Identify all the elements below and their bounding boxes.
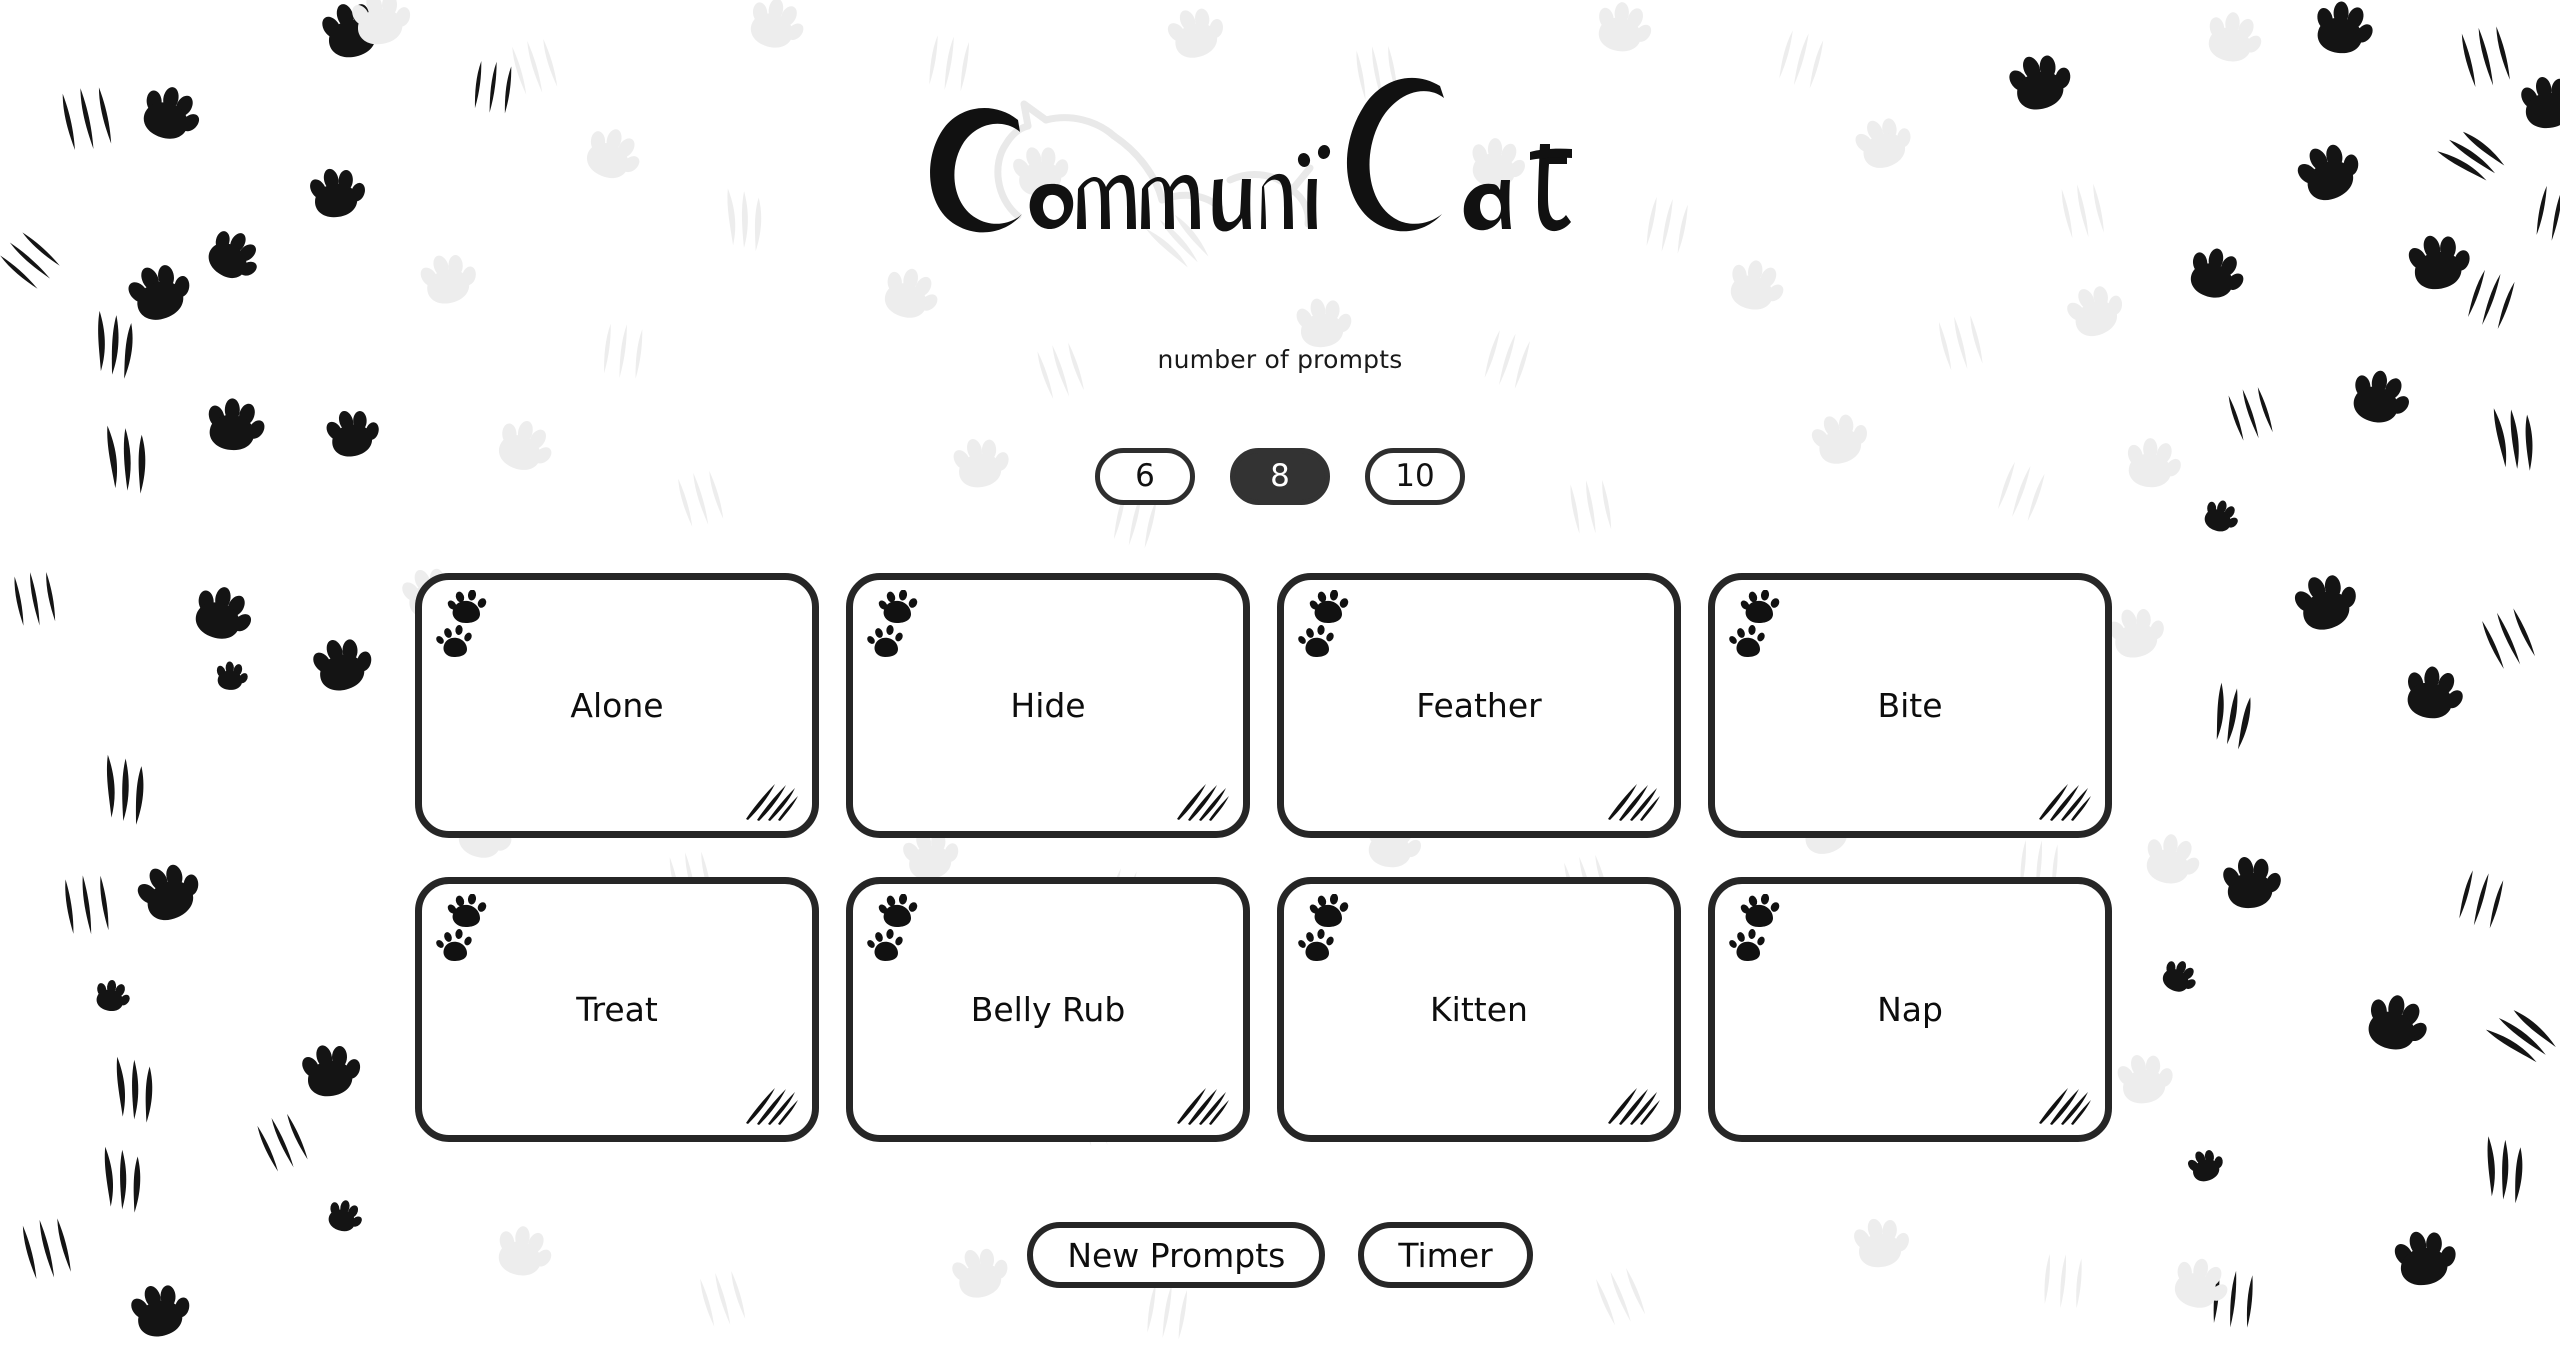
prompt-card-label: Feather xyxy=(1416,685,1542,725)
claw-scratch-icon xyxy=(1608,1088,1660,1125)
paw-prints-icon xyxy=(1298,894,1349,961)
prompt-card[interactable]: Nap xyxy=(1708,877,2112,1142)
prompt-count-selector: 6 8 10 xyxy=(0,448,2560,505)
prompt-card[interactable]: Alone xyxy=(415,573,819,838)
prompt-card-label: Alone xyxy=(570,685,664,725)
timer-button[interactable]: Timer xyxy=(1358,1222,1533,1288)
prompt-card-label: Nap xyxy=(1877,989,1943,1029)
prompt-card-label: Treat xyxy=(576,989,658,1029)
paw-prints-icon xyxy=(436,590,487,657)
prompt-card-label: Belly Rub xyxy=(970,989,1126,1029)
prompt-card[interactable]: Treat xyxy=(415,877,819,1142)
count-option-6[interactable]: 6 xyxy=(1095,448,1195,505)
action-buttons: New Prompts Timer xyxy=(0,1222,2560,1288)
paw-prints-icon xyxy=(1729,590,1780,657)
claw-scratch-icon xyxy=(1177,1088,1229,1125)
prompt-card[interactable]: Kitten xyxy=(1277,877,1681,1142)
app-title xyxy=(0,48,2560,238)
prompt-cards-grid: Alone Hide Feather Bite Treat Belly Rub … xyxy=(415,573,2113,1142)
claw-scratch-icon xyxy=(2039,784,2091,821)
count-option-10[interactable]: 10 xyxy=(1365,448,1465,505)
claw-scratch-icon xyxy=(1177,784,1229,821)
claw-scratch-icon xyxy=(746,784,798,821)
paw-prints-icon xyxy=(1729,894,1780,961)
prompt-card[interactable]: Hide xyxy=(846,573,1250,838)
count-option-8[interactable]: 8 xyxy=(1230,448,1330,505)
paw-prints-icon xyxy=(867,590,918,657)
claw-scratch-icon xyxy=(1608,784,1660,821)
new-prompts-button[interactable]: New Prompts xyxy=(1027,1222,1326,1288)
paw-prints-icon xyxy=(867,894,918,961)
paw-prints-icon xyxy=(1298,590,1349,657)
paw-prints-icon xyxy=(436,894,487,961)
claw-scratch-icon xyxy=(2039,1088,2091,1125)
logo-wordmark xyxy=(930,77,1572,233)
prompt-card[interactable]: Bite xyxy=(1708,573,2112,838)
claw-scratch-icon xyxy=(746,1088,798,1125)
prompt-card-label: Kitten xyxy=(1430,989,1528,1029)
app-root: number of prompts 6 8 10 Alone Hide Feat… xyxy=(0,0,2560,1348)
communicat-logo xyxy=(930,77,1572,233)
prompt-card-label: Hide xyxy=(1010,685,1086,725)
prompt-count-label: number of prompts xyxy=(1157,345,1403,374)
prompt-card[interactable]: Feather xyxy=(1277,573,1681,838)
prompt-card[interactable]: Belly Rub xyxy=(846,877,1250,1142)
prompt-card-label: Bite xyxy=(1877,685,1943,725)
